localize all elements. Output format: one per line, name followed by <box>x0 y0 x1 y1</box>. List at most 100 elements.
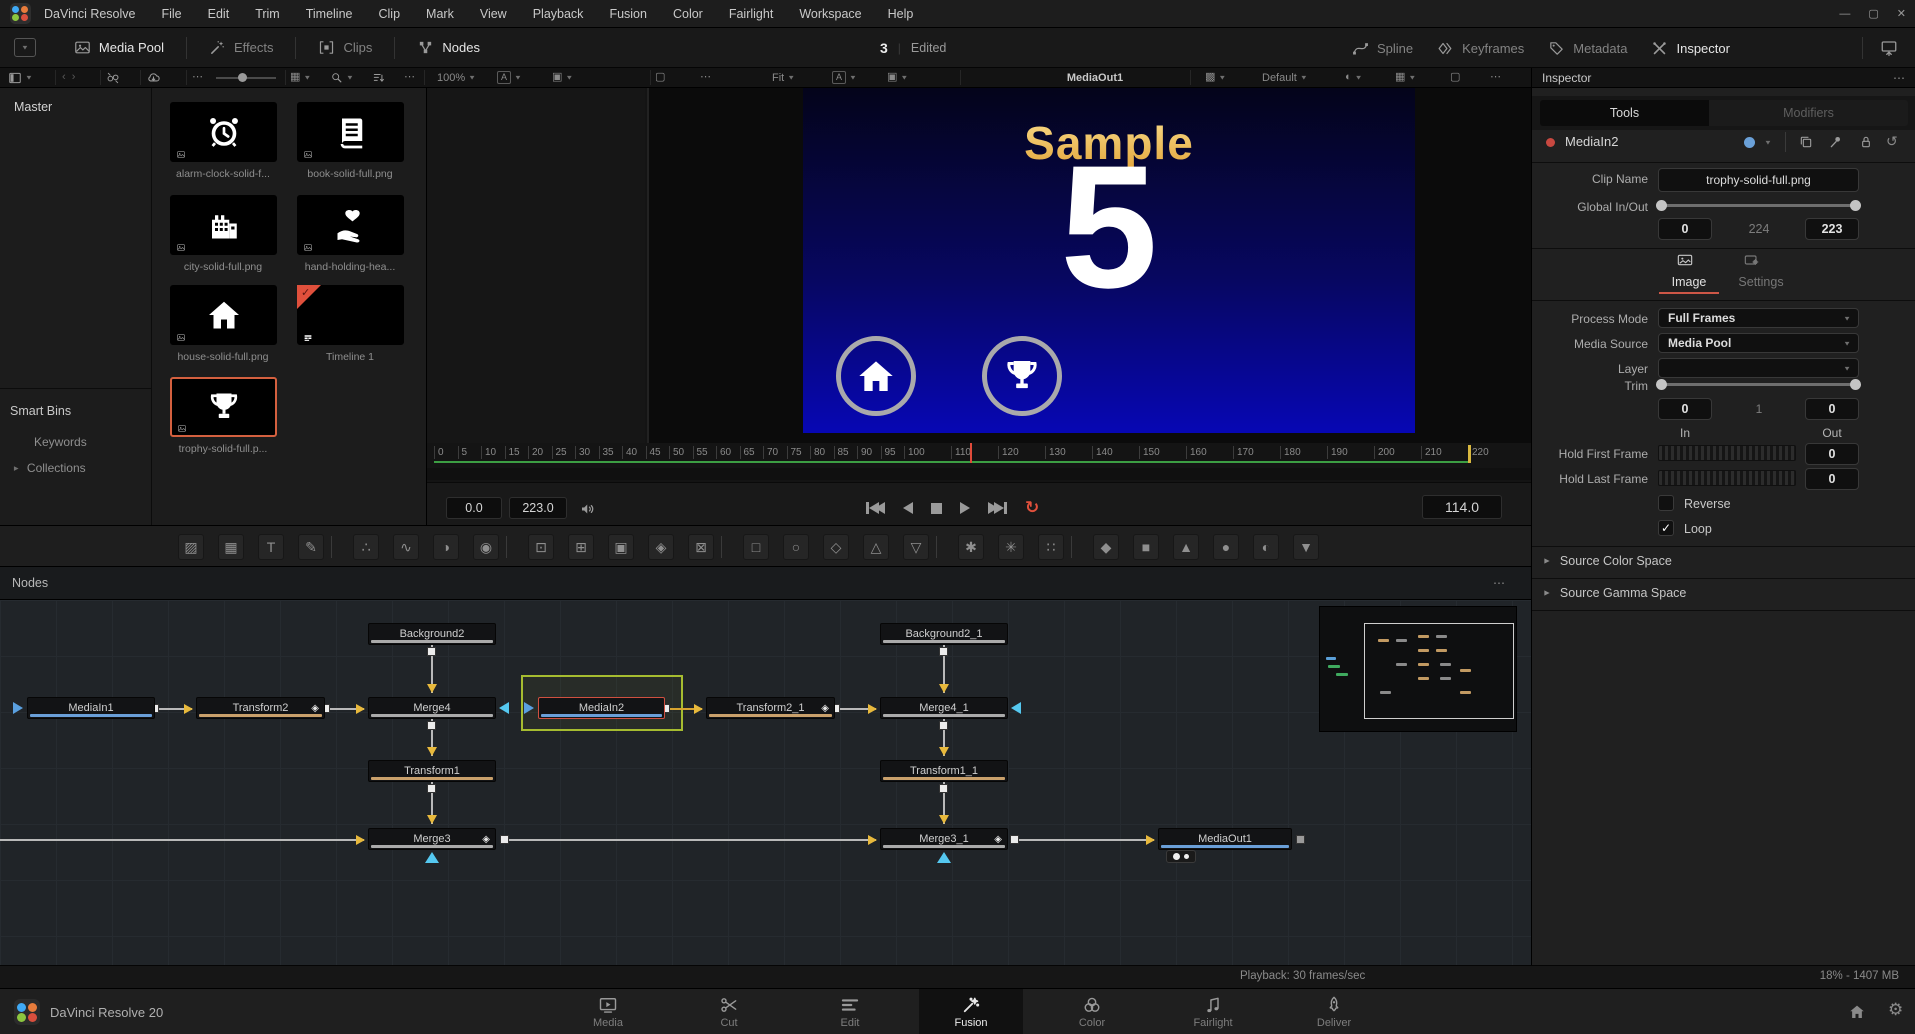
menu-clip[interactable]: Clip <box>366 0 414 27</box>
sort-button[interactable] <box>372 68 386 87</box>
tool-pmerge[interactable]: ✳ <box>998 534 1024 560</box>
palette-metadata-button[interactable]: Metadata <box>1536 28 1639 68</box>
hold-first-frame-field[interactable]: 0 <box>1805 443 1859 465</box>
output-square[interactable] <box>427 647 436 656</box>
tool-particle-emitter[interactable]: ∴ <box>353 534 379 560</box>
tool-merge3d[interactable]: ■ <box>1133 534 1159 560</box>
menu-timeline[interactable]: Timeline <box>293 0 366 27</box>
tool-paint[interactable]: ✎ <box>298 534 324 560</box>
tool-renderer3d[interactable]: ▼ <box>1293 534 1319 560</box>
hold-first-frame-wheel[interactable] <box>1658 445 1796 461</box>
roi-button[interactable]: ▩ ▼ <box>1205 68 1226 87</box>
menu-playback[interactable]: Playback <box>520 0 597 27</box>
cloud-sync-icon[interactable] <box>146 68 161 87</box>
window-minimize-icon[interactable]: — <box>1830 8 1859 20</box>
node-Merge3[interactable]: Merge3 ◈ <box>368 828 496 850</box>
node-Transform2_1[interactable]: Transform2_1 ◈ <box>706 697 835 719</box>
palette-keyframes-button[interactable]: Keyframes <box>1425 28 1536 68</box>
viewer-assign-badge[interactable] <box>1166 850 1196 863</box>
left-viewer-expand-button[interactable]: ▢ <box>655 68 665 87</box>
node-MediaIn1[interactable]: MediaIn1 <box>27 697 155 719</box>
right-viewer-zoom-select[interactable]: Fit ▼ <box>772 68 795 87</box>
page-color[interactable]: Color <box>1040 989 1144 1034</box>
viewer-expand-button[interactable]: ▢ <box>1450 68 1460 87</box>
palette-inspector-button[interactable]: Inspector <box>1639 28 1741 68</box>
nodes-options-icon[interactable]: ⋯ <box>1493 576 1505 590</box>
go-to-start-button[interactable] <box>866 502 885 514</box>
node-Transform1[interactable]: Transform1 <box>368 760 496 782</box>
page-fusion[interactable]: Fusion <box>919 989 1023 1034</box>
right-viewer-display-select[interactable]: ▣ ▼ <box>887 68 908 87</box>
tool-merge[interactable]: ⊡ <box>528 534 554 560</box>
playhead[interactable] <box>969 443 972 463</box>
mediapool-options-icon[interactable]: ⋯ <box>404 68 415 87</box>
page-cut[interactable]: Cut <box>677 989 781 1034</box>
tab-modifiers[interactable]: Modifiers <box>1709 100 1908 126</box>
tool-channel-booleans[interactable]: ⊠ <box>688 534 714 560</box>
loop-checkbox[interactable]: ✓ <box>1658 520 1674 536</box>
palette-effects-button[interactable]: Effects <box>195 28 288 68</box>
reverse-checkbox[interactable] <box>1658 495 1674 511</box>
tool-dissolve[interactable]: ⊞ <box>568 534 594 560</box>
menu-mark[interactable]: Mark <box>413 0 467 27</box>
lock-icon[interactable] <box>1858 134 1874 150</box>
window-close-icon[interactable]: ✕ <box>1888 7 1915 20</box>
clip-thumb-timeline[interactable]: ✓ <box>297 285 404 345</box>
menu-color[interactable]: Color <box>660 0 716 27</box>
left-viewer-options-icon[interactable]: ⋯ <box>700 68 711 87</box>
tool-background[interactable]: ▨ <box>178 534 204 560</box>
bin-keywords[interactable]: Keywords <box>34 435 87 449</box>
image-tab-icon[interactable] <box>1677 252 1693 268</box>
viewer-left-pane[interactable] <box>427 88 645 443</box>
clip-thumb-book[interactable] <box>297 102 404 162</box>
step-back-button[interactable] <box>903 502 913 514</box>
tab-tools[interactable]: Tools <box>1540 100 1709 126</box>
time-ruler[interactable]: 0 5 10 15 20 25 30 35 40 45 50 55 60 65 70 75 80 85 90 95 10… <box>427 443 1531 463</box>
layer-select[interactable]: ▼ <box>1658 358 1859 378</box>
node-minimap[interactable] <box>1319 606 1517 732</box>
tool-keyer[interactable]: ◈ <box>648 534 674 560</box>
smart-bins-header[interactable]: Smart Bins <box>10 404 71 418</box>
menu-workspace[interactable]: Workspace <box>786 0 874 27</box>
menu-davinci-resolve[interactable]: DaVinci Resolve <box>31 0 148 27</box>
go-to-end-button[interactable] <box>988 502 1007 514</box>
tool-text-plus[interactable]: T <box>258 534 284 560</box>
tool-pemitter[interactable]: ✱ <box>958 534 984 560</box>
clip-thumb-trophy[interactable] <box>170 377 277 437</box>
menu-edit[interactable]: Edit <box>195 0 243 27</box>
tool-color-corrector[interactable]: ◑ <box>433 534 459 560</box>
lut-select[interactable]: Default ▼ <box>1262 68 1308 87</box>
search-button[interactable]: ▼ <box>330 68 354 87</box>
inspector-options-icon[interactable]: ⋯ <box>1893 71 1905 85</box>
global-out-field[interactable]: 223 <box>1805 218 1859 240</box>
menu-view[interactable]: View <box>467 0 520 27</box>
left-viewer-zoom-select[interactable]: 100% ▼ <box>437 68 476 87</box>
viewer-canvas[interactable]: Sample 5 <box>803 88 1415 433</box>
reset-icon[interactable]: ↺ <box>1886 133 1898 150</box>
output-square[interactable] <box>939 721 948 730</box>
page-media[interactable]: Media <box>556 989 660 1034</box>
loop-button[interactable]: ↻ <box>1025 498 1039 518</box>
thumb-size-slider[interactable] <box>216 68 276 87</box>
copy-settings-icon[interactable] <box>1798 134 1814 150</box>
tool-matte-control[interactable]: ▣ <box>608 534 634 560</box>
palette-spline-button[interactable]: Spline <box>1340 28 1425 68</box>
audio-mute-icon[interactable] <box>579 500 597 518</box>
range-out-field[interactable]: 223.0 <box>509 497 567 519</box>
tool-spline-warp[interactable]: ∿ <box>393 534 419 560</box>
process-mode-select[interactable]: Full Frames ▼ <box>1658 308 1859 328</box>
menu-help[interactable]: Help <box>875 0 927 27</box>
node-graph[interactable]: Background2 Background2_1 MediaIn1 Transfor… <box>0 600 1531 965</box>
trim-out-field[interactable]: 0 <box>1805 398 1859 420</box>
global-in-field[interactable]: 0 <box>1658 218 1712 240</box>
output-square[interactable] <box>939 784 948 793</box>
output-square[interactable] <box>939 647 948 656</box>
node-color-dot[interactable] <box>1546 138 1555 147</box>
hold-last-frame-field[interactable]: 0 <box>1805 468 1859 490</box>
range-in-field[interactable]: 0.0 <box>446 497 502 519</box>
viewer-options-icon[interactable]: ⋯ <box>1490 68 1501 87</box>
panel-layout-button[interactable]: ▼ <box>8 68 33 87</box>
menu-file[interactable]: File <box>148 0 194 27</box>
window-maximize-icon[interactable]: ▢ <box>1859 7 1887 20</box>
node-Merge4[interactable]: Merge4 <box>368 697 496 719</box>
